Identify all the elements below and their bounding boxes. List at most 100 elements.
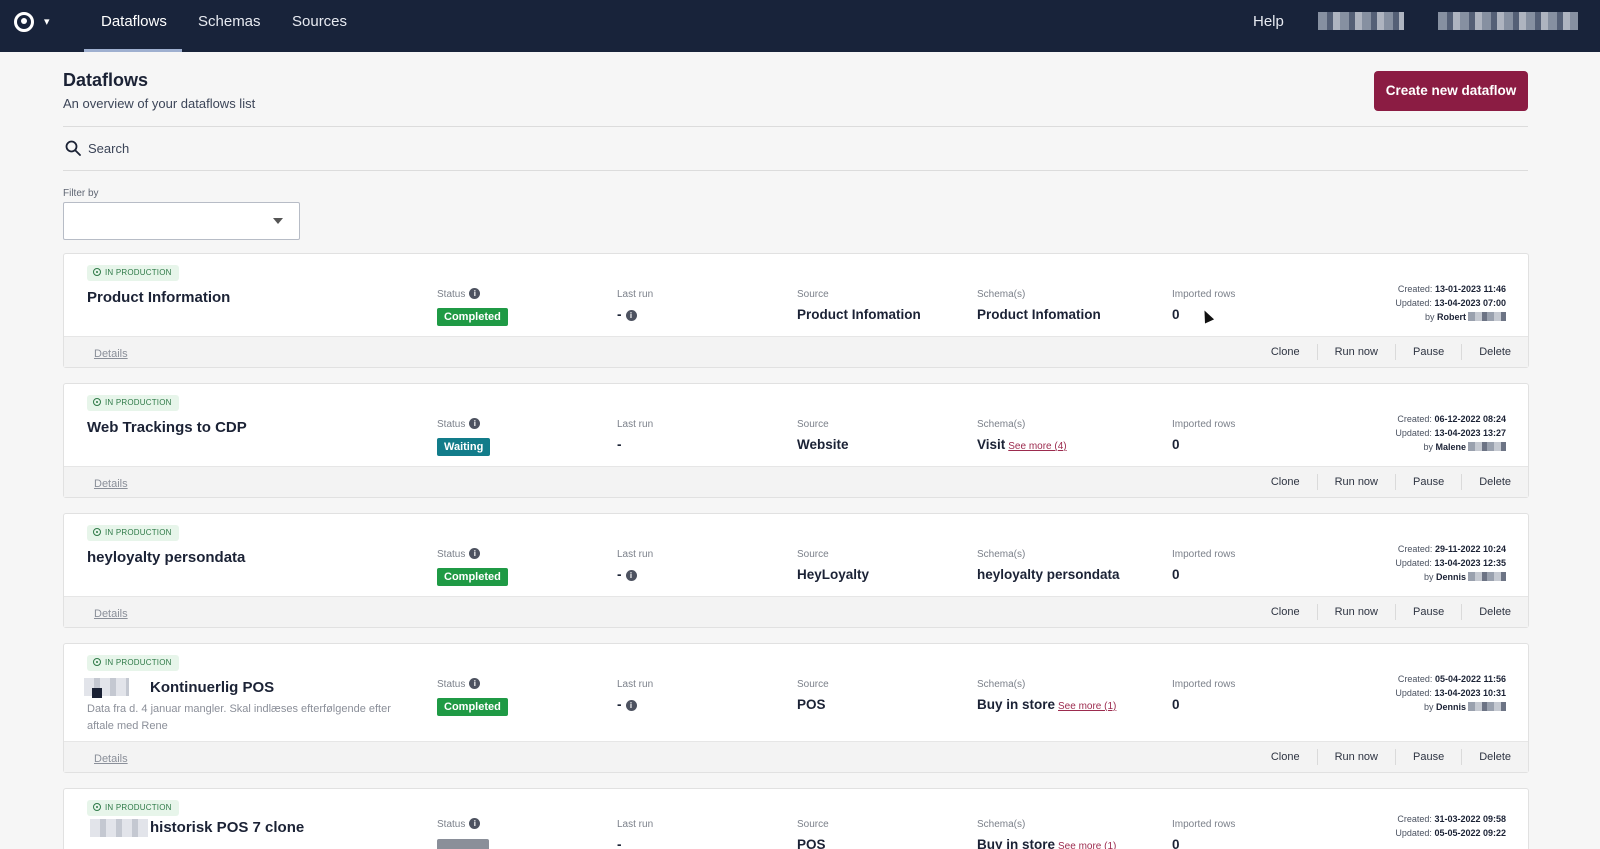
dataflow-name[interactable]: Kontinuerlig POS bbox=[150, 679, 274, 696]
in-production-label: IN PRODUCTION bbox=[105, 528, 172, 537]
pause-button[interactable]: Pause bbox=[1395, 603, 1461, 620]
filter-select[interactable] bbox=[63, 202, 300, 240]
imported-rows-value: 0 bbox=[1172, 307, 1180, 322]
delete-button[interactable]: Delete bbox=[1461, 748, 1528, 765]
last-run-label: Last run bbox=[617, 419, 654, 430]
delete-button[interactable]: Delete bbox=[1461, 343, 1528, 360]
schemas-label: Schema(s) bbox=[977, 549, 1026, 560]
create-new-dataflow-button[interactable]: Create new dataflow bbox=[1374, 71, 1528, 111]
dataflow-name[interactable]: Web Trackings to CDP bbox=[87, 419, 247, 436]
source-label: Source bbox=[797, 419, 829, 430]
in-production-label: IN PRODUCTION bbox=[105, 658, 172, 667]
status-label: Status i bbox=[437, 548, 481, 560]
tab-dataflows[interactable]: Dataflows bbox=[101, 13, 167, 31]
status-badge: Completed bbox=[437, 698, 508, 716]
clone-button[interactable]: Clone bbox=[1254, 474, 1317, 490]
delete-button[interactable]: Delete bbox=[1461, 603, 1528, 620]
redacted-image bbox=[90, 819, 148, 837]
info-icon[interactable]: i bbox=[469, 818, 481, 829]
in-production-badge: IN PRODUCTION bbox=[87, 800, 179, 816]
info-icon[interactable]: i bbox=[469, 548, 481, 559]
redacted-surname bbox=[1468, 312, 1506, 321]
production-status-icon bbox=[93, 398, 101, 406]
schema-value: Visit See more (4) bbox=[977, 437, 1067, 452]
run-now-button[interactable]: Run now bbox=[1316, 343, 1395, 360]
source-value: Product Infomation bbox=[797, 307, 921, 322]
top-navigation-bar: ▾ Dataflows Schemas Sources Help bbox=[0, 0, 1600, 52]
details-link[interactable]: Details bbox=[94, 753, 128, 765]
clone-button[interactable]: Clone bbox=[1254, 749, 1317, 765]
info-icon[interactable]: i bbox=[625, 570, 637, 581]
source-label: Source bbox=[797, 679, 829, 690]
run-now-button[interactable]: Run now bbox=[1316, 748, 1395, 765]
schemas-label: Schema(s) bbox=[977, 419, 1026, 430]
clone-button[interactable]: Clone bbox=[1254, 344, 1317, 360]
card-actions: Clone Run now Pause Delete bbox=[1254, 741, 1528, 772]
see-more-link[interactable]: See more (1) bbox=[1058, 841, 1116, 849]
in-production-badge: IN PRODUCTION bbox=[87, 525, 179, 541]
last-run-value: -i bbox=[617, 697, 637, 712]
source-label: Source bbox=[797, 289, 829, 300]
app-logo-icon[interactable] bbox=[14, 12, 34, 32]
status-badge bbox=[437, 839, 489, 849]
user-menu[interactable] bbox=[1438, 12, 1578, 30]
see-more-link[interactable]: See more (4) bbox=[1008, 441, 1066, 452]
see-more-link[interactable]: See more (1) bbox=[1058, 701, 1116, 712]
imported-rows-value: 0 bbox=[1172, 697, 1180, 712]
pause-button[interactable]: Pause bbox=[1395, 473, 1461, 490]
details-link[interactable]: Details bbox=[94, 608, 128, 620]
tab-schemas[interactable]: Schemas bbox=[198, 13, 261, 31]
chevron-down-icon[interactable]: ▾ bbox=[44, 15, 50, 28]
info-icon[interactable]: i bbox=[625, 700, 637, 711]
in-production-label: IN PRODUCTION bbox=[105, 398, 172, 407]
dataflow-description: Data fra d. 4 januar mangler. Skal indlæ… bbox=[87, 703, 391, 732]
created-updated-meta: Created: 06-12-2022 08:24 Updated: 13-04… bbox=[1395, 414, 1506, 452]
in-production-badge: IN PRODUCTION bbox=[87, 655, 179, 671]
dataflow-name[interactable]: Product Information bbox=[87, 289, 230, 306]
run-now-button[interactable]: Run now bbox=[1316, 473, 1395, 490]
status-label: Status i bbox=[437, 418, 481, 430]
last-run-label: Last run bbox=[617, 679, 654, 690]
source-label: Source bbox=[797, 819, 829, 830]
filter-label: Filter by bbox=[63, 188, 99, 199]
info-icon[interactable]: i bbox=[469, 678, 481, 689]
last-run-value: -i bbox=[617, 567, 637, 582]
details-link[interactable]: Details bbox=[94, 478, 128, 490]
schema-value: Buy in store See more (1) bbox=[977, 837, 1116, 849]
info-icon[interactable]: i bbox=[469, 288, 481, 299]
imported-rows-label: Imported rows bbox=[1172, 289, 1236, 300]
dataflow-name[interactable]: historisk POS 7 clone bbox=[150, 819, 304, 836]
dataflow-card: IN PRODUCTION Product Information Status… bbox=[63, 253, 1529, 368]
card-footer: Details Clone Run now Pause Delete bbox=[64, 741, 1528, 772]
details-link[interactable]: Details bbox=[94, 348, 128, 360]
status-badge: Waiting bbox=[437, 438, 491, 456]
dataflow-name[interactable]: heyloyalty persondata bbox=[87, 549, 245, 566]
search-input[interactable] bbox=[88, 137, 588, 159]
production-status-icon bbox=[93, 803, 101, 811]
in-production-label: IN PRODUCTION bbox=[105, 803, 172, 812]
search-icon bbox=[65, 140, 81, 156]
delete-button[interactable]: Delete bbox=[1461, 473, 1528, 490]
organization-switcher[interactable] bbox=[1318, 12, 1404, 30]
clone-button[interactable]: Clone bbox=[1254, 604, 1317, 620]
schemas-label: Schema(s) bbox=[977, 289, 1026, 300]
pause-button[interactable]: Pause bbox=[1395, 748, 1461, 765]
dataflow-card: IN PRODUCTION Kontinuerlig POS Data fra … bbox=[63, 643, 1529, 773]
info-icon[interactable]: i bbox=[469, 418, 481, 429]
run-now-button[interactable]: Run now bbox=[1316, 603, 1395, 620]
last-run-label: Last run bbox=[617, 549, 654, 560]
in-production-badge: IN PRODUCTION bbox=[87, 265, 179, 281]
imported-rows-label: Imported rows bbox=[1172, 549, 1236, 560]
schemas-label: Schema(s) bbox=[977, 819, 1026, 830]
source-value: Website bbox=[797, 437, 849, 452]
help-link[interactable]: Help bbox=[1253, 13, 1284, 30]
tab-sources[interactable]: Sources bbox=[292, 13, 347, 31]
source-value: HeyLoyalty bbox=[797, 567, 870, 582]
imported-rows-label: Imported rows bbox=[1172, 819, 1236, 830]
schema-value: heyloyalty persondata bbox=[977, 567, 1120, 582]
pause-button[interactable]: Pause bbox=[1395, 343, 1461, 360]
info-icon[interactable]: i bbox=[625, 310, 637, 321]
created-updated-meta: Created: 05-04-2022 11:56 Updated: 13-04… bbox=[1395, 674, 1506, 712]
last-run-value: - bbox=[617, 837, 622, 849]
imported-rows-value: 0 bbox=[1172, 837, 1180, 849]
